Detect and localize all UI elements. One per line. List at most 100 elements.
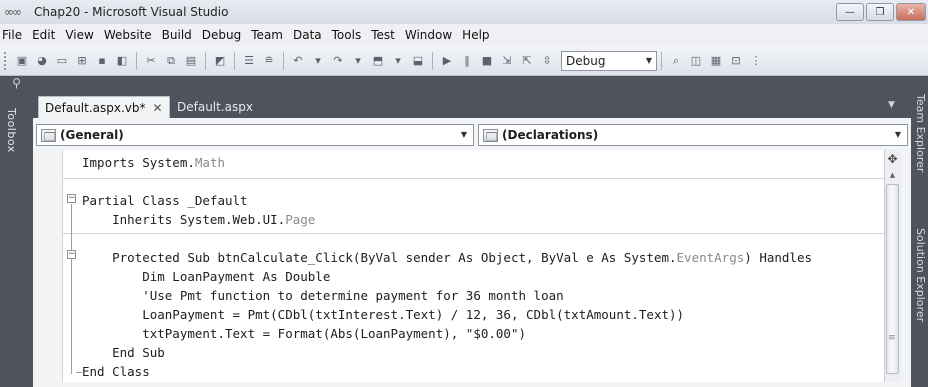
tab-label: Default.aspx xyxy=(177,100,253,114)
class-name-select[interactable]: (General) ▼ xyxy=(36,124,474,146)
save-all-icon[interactable]: ◧ xyxy=(114,53,130,69)
code-token: LoanPayment = Pmt(CDbl(txtInterest.Text)… xyxy=(82,307,685,322)
code-token: Protected Sub btnCalculate_Click(ByVal s… xyxy=(82,250,677,265)
chevron-down-icon: ▼ xyxy=(645,56,652,65)
navigation-bar: (General) ▼ (Declarations) ▼ xyxy=(36,124,908,150)
menu-test[interactable]: Test xyxy=(366,28,400,42)
paste-icon[interactable]: ▤ xyxy=(183,53,199,69)
indicator-margin xyxy=(36,150,62,382)
procedure-separator xyxy=(63,178,885,179)
save-icon[interactable]: ▪ xyxy=(94,53,110,69)
object-browser-icon[interactable]: ⊡ xyxy=(728,53,744,69)
navigate-forward-icon[interactable]: ⬓ xyxy=(410,53,426,69)
find-in-files-icon[interactable]: ⌕ xyxy=(668,53,684,69)
code-line: Dim LoanPayment As Double xyxy=(82,267,330,286)
open-file-icon[interactable]: ▭ xyxy=(54,53,70,69)
toolbar-overflow-icon[interactable]: ⋮ xyxy=(748,53,764,69)
tab-default-aspx[interactable]: Default.aspx xyxy=(171,96,255,118)
procedure-separator xyxy=(63,233,885,234)
scrollbar-thumb[interactable] xyxy=(886,184,899,374)
solution-explorer-tab[interactable]: Solution Explorer xyxy=(913,228,927,358)
pause-icon[interactable]: ‖ xyxy=(459,53,475,69)
window-title: Chap20 - Microsoft Visual Studio xyxy=(34,5,229,19)
menu-build[interactable]: Build xyxy=(157,28,197,42)
splitter-icon[interactable]: ✥ xyxy=(885,152,900,166)
code-token: End Class xyxy=(82,364,150,379)
new-project-icon[interactable]: ▣ xyxy=(14,53,30,69)
toolbar-separator xyxy=(205,51,206,70)
navigate-icon[interactable]: ⬒ xyxy=(370,53,386,69)
copy-icon[interactable]: ⧉ xyxy=(163,53,179,69)
scroll-up-icon[interactable]: ▲ xyxy=(885,168,900,182)
method-name-value: (Declarations) xyxy=(502,128,599,142)
collapse-class-icon[interactable]: − xyxy=(67,194,76,203)
method-name-select[interactable]: (Declarations) ▼ xyxy=(478,124,908,146)
toolbox-tab[interactable]: Toolbox xyxy=(2,108,18,198)
standard-toolbar: ▣ ◕ ▭ ⊞ ▪ ◧ ✂ ⧉ ▤ ◩ ☰ ≘ ↶ ▾ ↷ ▾ ⬒ ▾ ⬓ ▶ … xyxy=(0,46,928,76)
new-website-icon[interactable]: ◕ xyxy=(34,53,50,69)
tab-list-dropdown-icon[interactable]: ▼ xyxy=(888,100,895,110)
menu-file[interactable]: File xyxy=(0,28,27,42)
tab-default-aspx-vb[interactable]: Default.aspx.vb* ✕ xyxy=(38,96,170,118)
toolbar-separator xyxy=(234,51,235,70)
minimize-icon[interactable]: — xyxy=(836,3,864,21)
class-icon xyxy=(483,128,498,142)
toolbar-separator xyxy=(432,51,433,70)
solution-config-select[interactable]: Debug ▼ xyxy=(561,50,657,71)
menu-tools[interactable]: Tools xyxy=(327,28,367,42)
step-out-icon[interactable]: ⇳ xyxy=(539,53,555,69)
tab-label: Default.aspx.vb* xyxy=(45,100,146,115)
code-token: Partial Class _Default xyxy=(82,193,248,208)
close-icon[interactable]: ✕ xyxy=(153,101,163,115)
code-text-area[interactable]: Imports System.Math Partial Class _Defaul… xyxy=(62,150,885,382)
uncomment-icon[interactable]: ≘ xyxy=(261,53,277,69)
class-icon xyxy=(41,128,56,142)
step-over-icon[interactable]: ⇱ xyxy=(519,53,535,69)
undo-icon[interactable]: ↶ xyxy=(290,53,306,69)
scrollbar-grip-icon: ≡ xyxy=(888,333,896,343)
toolbar-separator xyxy=(661,51,662,70)
code-line: txtPayment.Text = Format(Abs(LoanPayment… xyxy=(82,324,526,343)
code-token: Inherits System.Web.UI. xyxy=(82,212,286,227)
code-line: Protected Sub btnCalculate_Click(ByVal s… xyxy=(82,248,812,267)
menu-view[interactable]: View xyxy=(60,28,98,42)
toolbar-separator xyxy=(283,51,284,70)
restore-icon[interactable]: ❐ xyxy=(866,3,894,21)
menu-website[interactable]: Website xyxy=(99,28,157,42)
menu-debug[interactable]: Debug xyxy=(197,28,246,42)
code-token: End Sub xyxy=(82,345,165,360)
menu-window[interactable]: Window xyxy=(400,28,457,42)
toolbox-pin-icon[interactable]: ⚲ xyxy=(0,76,33,92)
code-token: Dim LoanPayment As Double xyxy=(82,269,331,284)
undo-dropdown-icon[interactable]: ▾ xyxy=(310,53,326,69)
collapse-sub-icon[interactable]: − xyxy=(67,250,76,259)
infinity-icon: ∞∞ xyxy=(4,5,22,19)
type-token: Math xyxy=(194,155,225,170)
comment-icon[interactable]: ☰ xyxy=(241,53,257,69)
team-explorer-tab[interactable]: Team Explorer xyxy=(913,94,927,204)
toolbar-grip[interactable] xyxy=(4,51,8,70)
menu-data[interactable]: Data xyxy=(288,28,327,42)
redo-icon[interactable]: ↷ xyxy=(330,53,346,69)
find-icon[interactable]: ◩ xyxy=(212,53,228,69)
properties-icon[interactable]: ▦ xyxy=(708,53,724,69)
outline-line xyxy=(71,204,72,374)
code-line: Imports System.Math xyxy=(82,153,225,172)
menu-team[interactable]: Team xyxy=(246,28,288,42)
code-line: Partial Class _Default xyxy=(82,191,248,210)
step-into-icon[interactable]: ⇲ xyxy=(499,53,515,69)
close-icon[interactable]: ✕ xyxy=(896,3,926,21)
redo-dropdown-icon[interactable]: ▾ xyxy=(350,53,366,69)
add-item-icon[interactable]: ⊞ xyxy=(74,53,90,69)
menu-edit[interactable]: Edit xyxy=(27,28,60,42)
start-debug-icon[interactable]: ▶ xyxy=(439,53,455,69)
type-token: Page xyxy=(285,212,316,227)
code-token: Imports System. xyxy=(82,155,195,170)
navigate-dropdown-icon[interactable]: ▾ xyxy=(390,53,406,69)
chevron-down-icon: ▼ xyxy=(894,130,901,139)
menu-help[interactable]: Help xyxy=(457,28,494,42)
cut-icon[interactable]: ✂ xyxy=(143,53,159,69)
menu-bar: File Edit View Website Build Debug Team … xyxy=(0,24,928,46)
solution-explorer-icon[interactable]: ◫ xyxy=(688,53,704,69)
stop-icon[interactable]: ■ xyxy=(479,53,495,69)
